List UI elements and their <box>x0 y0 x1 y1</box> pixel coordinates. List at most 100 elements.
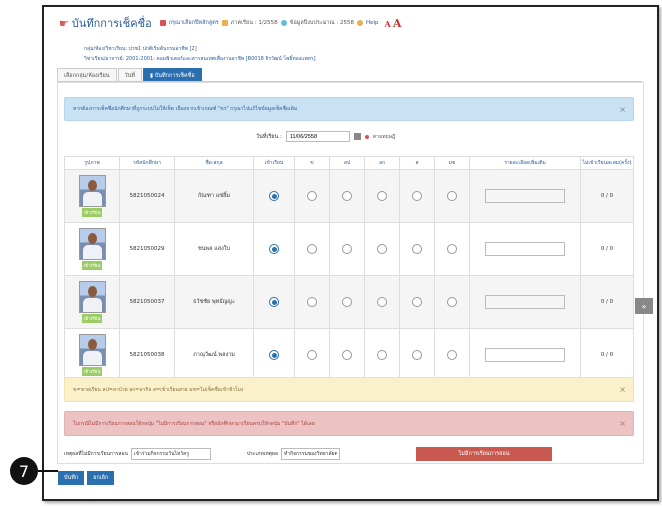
callout-marker: 7 <box>10 457 38 485</box>
font-decrease-button[interactable]: A <box>385 19 391 29</box>
radio-personal-leave[interactable] <box>377 350 387 360</box>
date-input[interactable] <box>285 131 350 142</box>
details-input[interactable] <box>485 189 565 203</box>
tab-bar: เลือกกลุ่ม/ห้องเรียน วันที่ ▮ บันทึกการเ… <box>57 68 642 82</box>
font-increase-button[interactable]: A <box>393 17 402 30</box>
scroll-up-icon[interactable]: » <box>635 298 653 314</box>
cancel-button[interactable]: ยกเลิก <box>87 471 115 485</box>
radio-no-check[interactable] <box>447 297 457 307</box>
callout-line <box>38 470 58 472</box>
course-hint-link[interactable]: กรุณาเลือกปีหลักสูตร <box>169 19 219 27</box>
calendar-picker-icon[interactable] <box>353 133 361 140</box>
radio-personal-leave[interactable] <box>377 297 387 307</box>
radio-personal-leave[interactable] <box>377 244 387 254</box>
radio-personal-leave[interactable] <box>377 191 387 201</box>
radio-absent[interactable] <box>307 244 317 254</box>
legend-alert-close-icon[interactable]: × <box>619 385 626 394</box>
info-icon <box>280 20 287 26</box>
tab-attendance-label: บันทึกการเช็คชื่อ <box>154 73 195 79</box>
student-photo <box>78 175 106 207</box>
tab-date[interactable]: วันที่ <box>117 68 142 81</box>
calendar-icon <box>221 20 228 26</box>
instruction-alert: ในกรณีไม่มีการเรียนการสอนให้กดปุ่ม "ไม่ม… <box>64 411 634 436</box>
absence-total: 0 / 0 <box>580 275 634 329</box>
instruction-alert-close-icon[interactable]: × <box>619 419 626 428</box>
col-photo: รูปภาพ <box>64 156 120 170</box>
details-input[interactable] <box>485 295 565 309</box>
status-badge: เข้าเรียน <box>81 314 103 323</box>
reason-input[interactable]: เข้าร่วมกิจกรรมวันไหว้ครู <box>130 448 211 460</box>
student-name: ชนพล แสงใบ <box>174 222 254 276</box>
radio-no-check[interactable] <box>447 244 457 254</box>
details-input[interactable] <box>485 242 565 256</box>
reason-type-label: ประเภทเหตุผล <box>246 451 278 457</box>
dropdown-arrow-icon: ▾ <box>334 451 337 457</box>
col-personal-leave: ลก <box>364 156 400 170</box>
radio-late[interactable] <box>412 350 422 360</box>
info-alert-close-icon[interactable]: × <box>619 105 626 114</box>
tab-attendance[interactable]: ▮ บันทึกการเช็คชื่อ <box>142 68 202 81</box>
radio-no-check[interactable] <box>447 350 457 360</box>
no-class-form: เหตุผลที่ไม่มีการเรียนการสอน เข้าร่วมกิจ… <box>64 447 634 461</box>
student-id: 5821050037 <box>119 275 175 329</box>
radio-late[interactable] <box>412 244 422 254</box>
col-no-check: มข <box>434 156 470 170</box>
hand-pointer-icon: ☛ <box>59 16 69 30</box>
radio-late[interactable] <box>412 297 422 307</box>
radio-sick-leave[interactable] <box>342 244 352 254</box>
date-bar: วันที่เรียน : ตามทฤษฎี <box>256 131 395 142</box>
radio-absent[interactable] <box>307 350 317 360</box>
photo-cell: เข้าเรียน <box>64 169 120 223</box>
student-photo <box>78 281 106 313</box>
radio-absent[interactable] <box>307 297 317 307</box>
col-absence-total: ไม่เข้าเรียนสะสม(ครั้ง) <box>580 156 634 170</box>
radio-present[interactable] <box>269 297 279 307</box>
info-alert: หากต้องการเช็คชื่อนักศึกษาที่ถูกระบบไม่ใ… <box>64 97 634 121</box>
legend-alert: ข=ขาดเรียน ลป=ลาป่วย ลก=ลากิจ ส=เข้าเรีย… <box>64 377 634 402</box>
page-header: ☛ บันทึกการเช็คชื่อ กรุณาเลือกปีหลักสูตร… <box>59 15 401 31</box>
absence-total: 0 / 0 <box>580 169 634 223</box>
col-present: เข้าเรียน <box>253 156 295 170</box>
subject-info: วิชาเรียน/อาจารย์: 2001-2001: คอมพิวเตอร… <box>84 56 316 62</box>
tab-select-group[interactable]: เลือกกลุ่ม/ห้องเรียน <box>57 68 117 81</box>
radio-present[interactable] <box>269 191 279 201</box>
updated-text: ข้อมูลปีงบประมาณ : 2558 <box>289 20 354 26</box>
status-badge: เข้าเรียน <box>81 367 103 376</box>
table-row: เข้าเรียน 5821050037 ธวัชชัย พุทธัญญะ 0 … <box>64 275 634 329</box>
radio-no-check[interactable] <box>447 191 457 201</box>
date-label: วันที่เรียน : <box>256 133 282 140</box>
date-hint: ตามทฤษฎี <box>372 133 396 140</box>
col-details: รายละเอียดเพิ่มเติม <box>469 156 581 170</box>
reason-type-select[interactable]: ทำกิจกรรมของวิทยาลัย ▾ <box>281 448 340 460</box>
table-row: เข้าเรียน 5821050029 ชนพล แสงใบ 0 / 0 <box>64 222 634 276</box>
header-meta: กรุณาเลือกปีหลักสูตร ภาคเรียน : 1/2558 ข… <box>159 19 379 27</box>
radio-absent[interactable] <box>307 191 317 201</box>
col-late: ส <box>399 156 435 170</box>
radio-present[interactable] <box>269 350 279 360</box>
course-icon <box>159 20 166 26</box>
instruction-alert-text: ในกรณีไม่มีการเรียนการสอนให้กดปุ่ม "ไม่ม… <box>73 420 315 427</box>
help-icon <box>356 20 363 26</box>
page-title: บันทึกการเช็คชื่อ <box>71 17 152 30</box>
details-input[interactable] <box>485 348 565 362</box>
help-link[interactable]: Help <box>366 20 379 26</box>
legend-alert-text: ข=ขาดเรียน ลป=ลาป่วย ลก=ลากิจ ส=เข้าเรีย… <box>73 386 244 393</box>
radio-present[interactable] <box>269 244 279 254</box>
student-photo <box>78 228 106 260</box>
student-name: ธวัชชัย พุทธัญญะ <box>174 275 254 329</box>
save-button[interactable]: บันทึก <box>58 471 85 485</box>
info-alert-text: หากต้องการเช็คชื่อนักศึกษาที่ถูกระบบไม่ใ… <box>73 106 298 112</box>
radio-sick-leave[interactable] <box>342 350 352 360</box>
radio-late[interactable] <box>412 191 422 201</box>
status-badge: เข้าเรียน <box>81 208 103 217</box>
status-dot-icon <box>364 134 369 139</box>
col-absent: ข <box>294 156 330 170</box>
student-id: 5821050024 <box>119 169 175 223</box>
table-row: เข้าเรียน 5821050024 กัณฑา แซ่ลิ้ม 0 / 0 <box>64 169 634 223</box>
radio-sick-leave[interactable] <box>342 191 352 201</box>
no-class-button[interactable]: ไม่มีการเรียนการสอน <box>415 447 552 461</box>
radio-sick-leave[interactable] <box>342 297 352 307</box>
attendance-panel: หากต้องการเช็คชื่อนักศึกษาที่ถูกระบบไม่ใ… <box>57 82 644 464</box>
app-window: ☛ บันทึกการเช็คชื่อ กรุณาเลือกปีหลักสูตร… <box>42 5 659 501</box>
attendance-table: รูปภาพ รหัสนักศึกษา ชื่อ-สกุล เข้าเรียน … <box>64 156 634 382</box>
